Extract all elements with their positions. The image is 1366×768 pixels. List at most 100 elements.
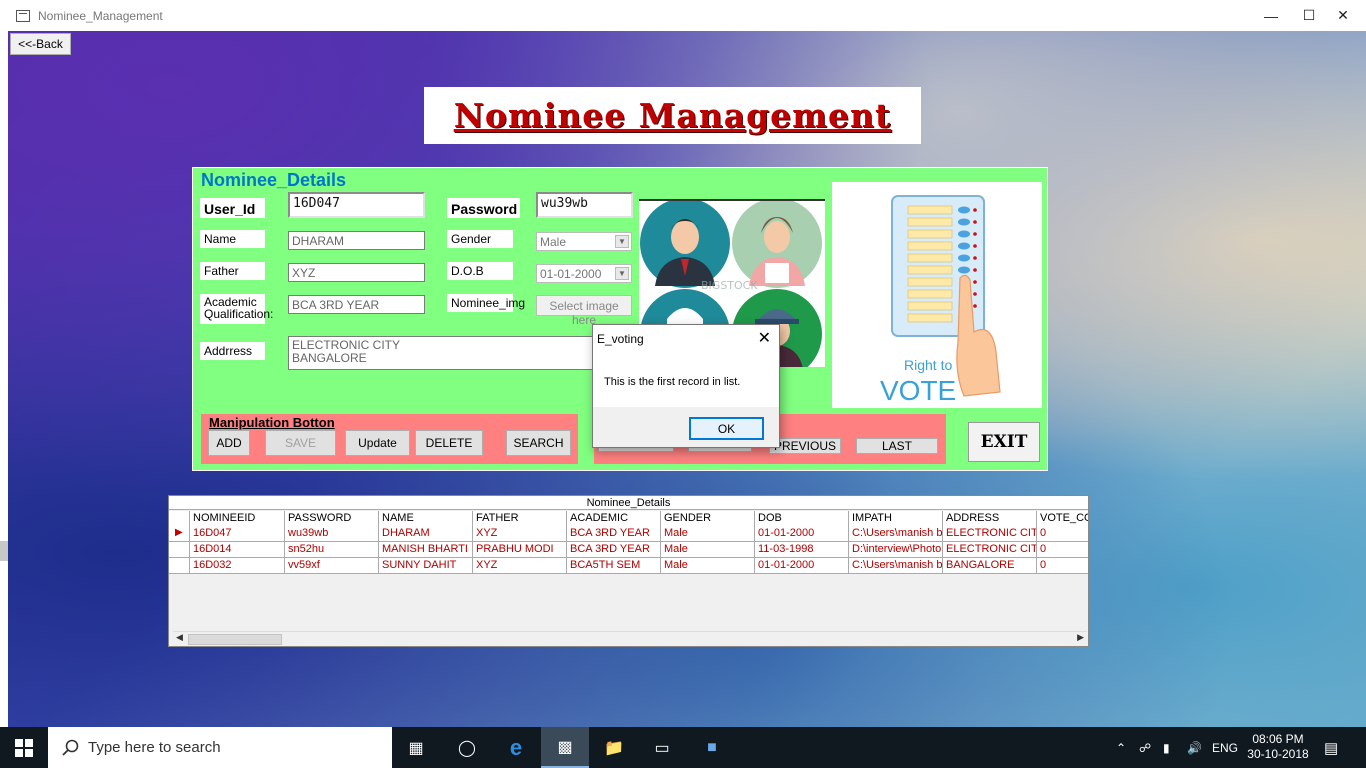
table-cell[interactable]: wu39wb <box>285 526 379 542</box>
column-header[interactable]: DOB <box>755 511 849 527</box>
table-cell[interactable]: ELECTRONIC CITY <box>943 542 1037 558</box>
chevron-down-icon[interactable]: ▼ <box>615 235 629 248</box>
back-button[interactable]: <<-Back <box>10 33 71 55</box>
window-title: Nominee_Management <box>38 8 163 23</box>
academic-input[interactable]: BCA 3RD YEAR <box>288 295 425 314</box>
table-cell[interactable]: 0 <box>1037 526 1088 542</box>
language-indicator[interactable]: ENG <box>1212 727 1238 768</box>
page-title: Nominee Management <box>453 96 892 135</box>
visual-studio-icon[interactable]: ■ <box>688 727 736 768</box>
table-cell[interactable]: 01-01-2000 <box>755 526 849 542</box>
table-cell[interactable]: DHARAM <box>379 526 473 542</box>
academic-label: Academic Qualification: <box>200 294 273 324</box>
row-pointer-icon: ▶ <box>175 527 183 538</box>
voting-app-icon[interactable]: ▩ <box>541 727 589 768</box>
delete-button[interactable]: DELETE <box>415 430 483 456</box>
volume-icon[interactable]: 🔊 <box>1187 727 1202 768</box>
system-clock[interactable]: 08:06 PM 30-10-2018 <box>1245 732 1311 762</box>
close-window-button[interactable]: ✕ <box>1320 0 1366 31</box>
table-row[interactable]: 16D014 sn52hu MANISH BHARTI PRABHU MODI … <box>169 542 1088 558</box>
row-header-cell <box>169 542 190 558</box>
grid-header-row: NOMINEEID PASSWORD NAME FATHER ACADEMIC … <box>169 511 1088 527</box>
gender-dropdown[interactable]: Male ▼ <box>536 232 632 251</box>
nominee-grid[interactable]: Nominee_Details NOMINEEID PASSWORD NAME … <box>168 495 1089 647</box>
update-button[interactable]: Update <box>345 430 410 456</box>
father-input[interactable]: XYZ <box>288 263 425 282</box>
password-input[interactable]: wu39wb <box>536 192 633 218</box>
table-cell[interactable]: BCA 3RD YEAR <box>567 526 661 542</box>
address-textarea[interactable]: ELECTRONIC CITY BANGALORE <box>288 336 608 370</box>
table-cell[interactable]: 16D032 <box>190 558 285 574</box>
table-cell[interactable]: Male <box>661 542 755 558</box>
column-header[interactable]: NAME <box>379 511 473 527</box>
table-cell[interactable]: Male <box>661 558 755 574</box>
table-cell[interactable]: C:\Users\manish bl <box>849 558 943 574</box>
table-cell[interactable]: 01-01-2000 <box>755 558 849 574</box>
scroll-right-icon[interactable]: ▶ <box>1077 632 1084 643</box>
table-cell[interactable]: ELECTRONIC CITY <box>943 526 1037 542</box>
table-cell[interactable]: D:\interview\Photo <box>849 542 943 558</box>
watermark-text: BIGSTOCK <box>701 279 758 292</box>
chevron-down-icon[interactable]: ▼ <box>615 267 629 280</box>
message-dialog: E_voting ✕ This is the first record in l… <box>592 324 780 448</box>
dob-picker[interactable]: 01-01-2000 ▼ <box>536 264 632 283</box>
table-cell[interactable]: BCA 3RD YEAR <box>567 542 661 558</box>
table-cell[interactable]: 16D047 <box>190 526 285 542</box>
edge-browser-icon[interactable]: e <box>492 727 540 768</box>
start-button[interactable] <box>0 727 48 768</box>
column-header[interactable]: IMPATH <box>849 511 943 527</box>
vote-caption-bottom: VOTE <box>880 375 956 406</box>
dialog-message: This is the first record in list. <box>604 376 741 388</box>
table-cell[interactable]: 16D014 <box>190 542 285 558</box>
select-image-button[interactable]: Select image here <box>536 295 632 327</box>
horizontal-scrollbar[interactable]: ◀ ▶ <box>173 631 1087 646</box>
name-input[interactable]: DHARAM <box>288 231 425 250</box>
table-cell[interactable]: SUNNY DAHIT <box>379 558 473 574</box>
table-row[interactable]: ▶ 16D047 wu39wb DHARAM XYZ BCA 3RD YEAR … <box>169 526 1088 542</box>
column-header[interactable]: FATHER <box>473 511 567 527</box>
show-hidden-icons[interactable]: ⌃ <box>1116 727 1126 768</box>
task-view-icon[interactable]: ▦ <box>392 727 440 768</box>
gender-label: Gender <box>447 230 513 248</box>
exit-button[interactable]: EXIT <box>968 422 1040 462</box>
table-cell[interactable]: 11-03-1998 <box>755 542 849 558</box>
column-header[interactable]: GENDER <box>661 511 755 527</box>
table-cell[interactable]: Male <box>661 526 755 542</box>
gender-value: Male <box>540 235 567 249</box>
table-cell[interactable]: XYZ <box>473 526 567 542</box>
table-cell[interactable]: vv59xf <box>285 558 379 574</box>
file-explorer-icon[interactable]: 📁 <box>590 727 638 768</box>
table-cell[interactable]: C:\Users\manish bl <box>849 526 943 542</box>
table-cell[interactable]: BANGALORE <box>943 558 1037 574</box>
table-cell[interactable]: 0 <box>1037 558 1088 574</box>
table-cell[interactable]: BCA5TH SEM <box>567 558 661 574</box>
notifications-icon[interactable]: ▤ <box>1324 727 1338 768</box>
table-row[interactable]: 16D032 vv59xf SUNNY DAHIT XYZ BCA5TH SEM… <box>169 558 1088 574</box>
table-cell[interactable]: MANISH BHARTI <box>379 542 473 558</box>
user-id-input[interactable]: 16D047 <box>288 192 425 218</box>
column-header[interactable]: VOTE_CO <box>1037 511 1088 527</box>
search-button[interactable]: SEARCH <box>506 430 571 456</box>
table-cell[interactable]: PRABHU MODI <box>473 542 567 558</box>
save-button[interactable]: SAVE <box>265 430 336 456</box>
table-cell[interactable]: sn52hu <box>285 542 379 558</box>
ok-button[interactable]: OK <box>689 417 764 440</box>
scrollbar-thumb[interactable] <box>188 634 282 645</box>
table-cell[interactable]: 0 <box>1037 542 1088 558</box>
last-button[interactable]: LAST <box>856 438 938 454</box>
evm-illustration: Right to VOTE <box>880 195 1001 406</box>
column-header[interactable]: PASSWORD <box>285 511 379 527</box>
column-header[interactable]: ACADEMIC <box>567 511 661 527</box>
table-cell[interactable]: XYZ <box>473 558 567 574</box>
add-button[interactable]: ADD <box>208 430 250 456</box>
scroll-left-icon[interactable]: ◀ <box>176 632 183 643</box>
column-header[interactable]: ADDRESS <box>943 511 1037 527</box>
close-icon[interactable]: ✕ <box>758 328 771 348</box>
cortana-ring-icon[interactable]: ◯ <box>443 727 491 768</box>
taskbar-search[interactable]: Type here to search <box>48 727 392 768</box>
battery-icon[interactable]: ▮ <box>1163 727 1170 768</box>
network-icon[interactable]: ☍ <box>1139 727 1151 768</box>
command-prompt-icon[interactable]: ▭ <box>638 727 686 768</box>
column-header[interactable]: NOMINEEID <box>190 511 285 527</box>
clock-date: 30-10-2018 <box>1247 747 1309 761</box>
